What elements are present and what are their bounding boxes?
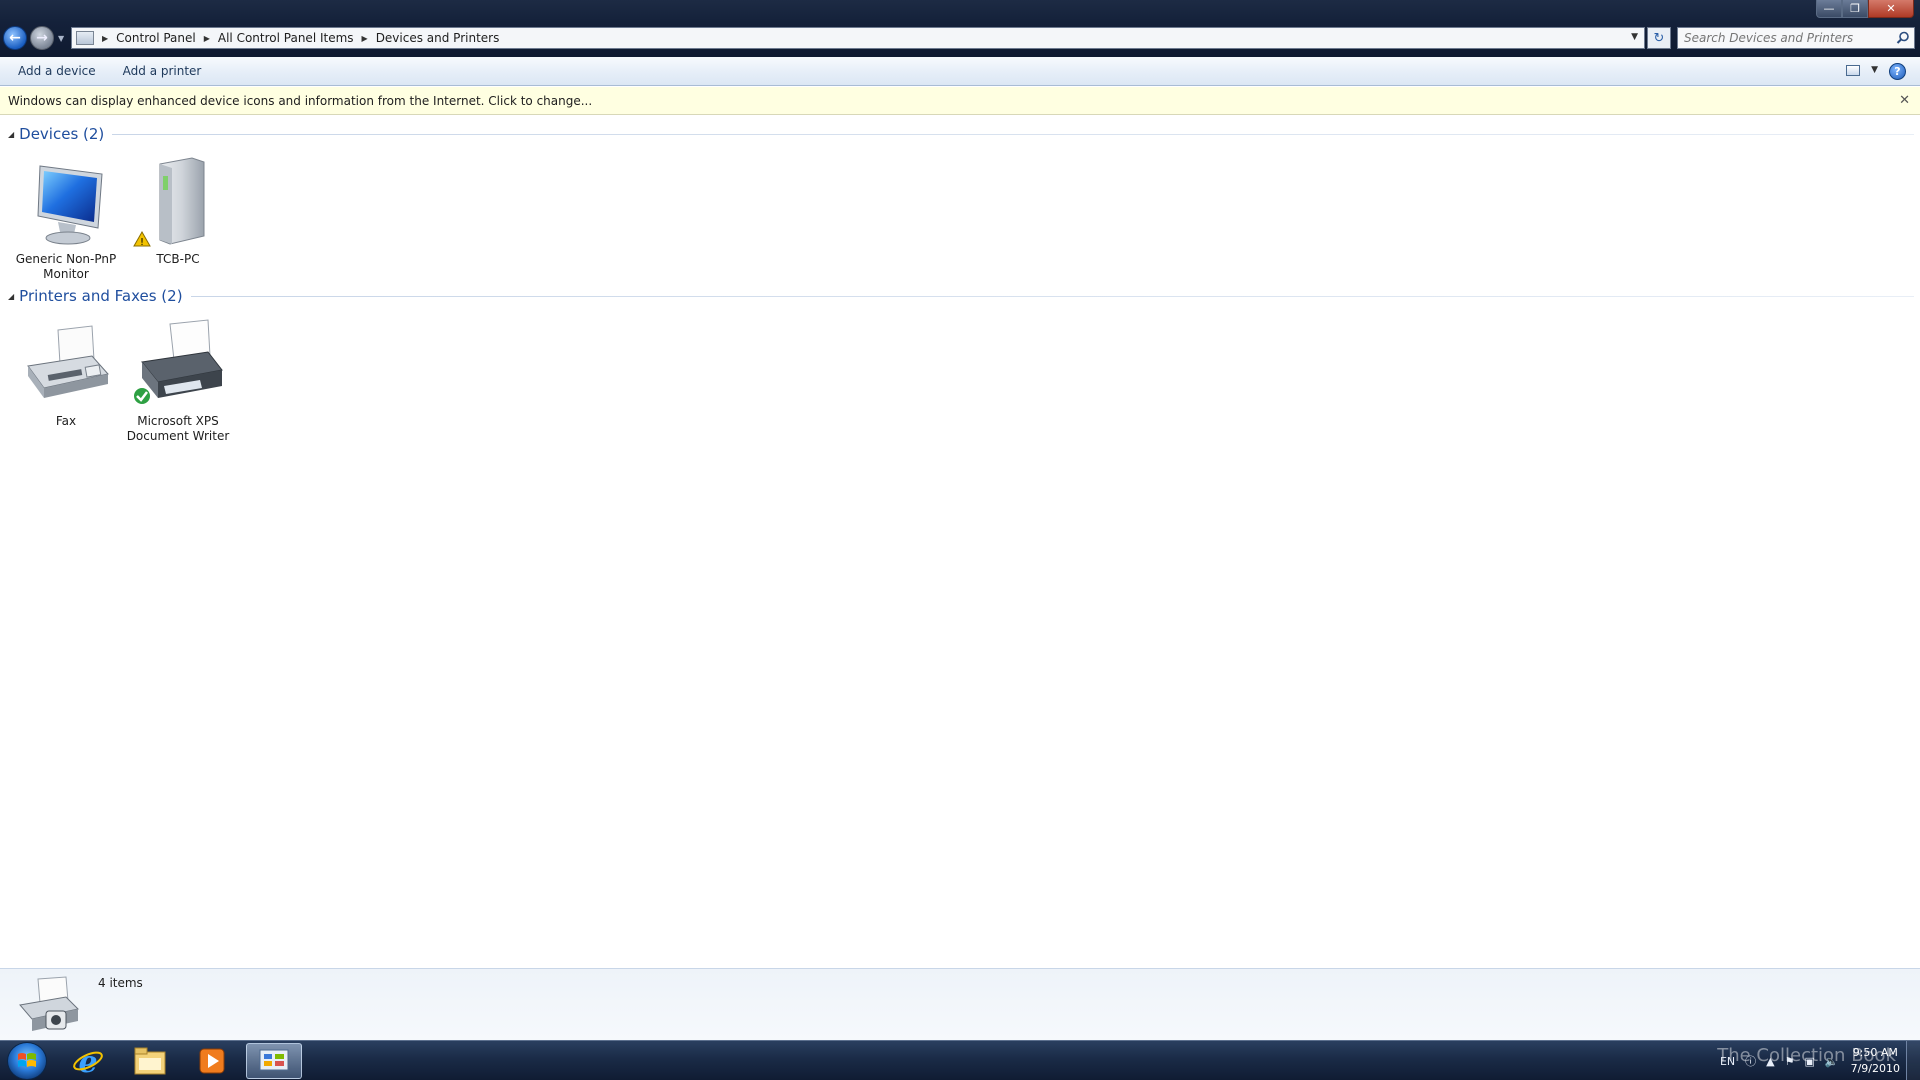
default-checkmark-icon <box>132 386 152 406</box>
maximize-button[interactable]: ❐ <box>1842 0 1868 18</box>
command-bar: Add a device Add a printer ▼ ? <box>0 57 1920 86</box>
show-hidden-icons-icon[interactable]: ▲ <box>1766 1055 1774 1068</box>
show-desktop-button[interactable] <box>1906 1041 1920 1080</box>
minimize-button[interactable]: — <box>1816 0 1842 18</box>
info-bar-message[interactable]: Windows can display enhanced device icon… <box>8 94 592 108</box>
media-player-icon <box>199 1048 225 1074</box>
devices-printers-icon <box>19 976 80 1031</box>
taskbar-internet-explorer[interactable]: e <box>60 1043 116 1079</box>
add-printer-button[interactable]: Add a printer <box>117 60 208 82</box>
window-titlebar: — ❐ ✕ ← → ▼ ▶ Control Panel ▶ All Contro… <box>0 0 1920 57</box>
refresh-icon: ↻ <box>1653 30 1665 46</box>
svg-text:!: ! <box>140 237 144 248</box>
breadcrumb-chevron-icon[interactable]: ▶ <box>204 34 210 43</box>
search-input[interactable] <box>1678 31 1883 45</box>
breadcrumb-control-panel[interactable]: Control Panel <box>116 31 196 45</box>
internet-explorer-icon: e <box>73 1045 103 1077</box>
view-options-dropdown-icon[interactable]: ▼ <box>1871 65 1878 75</box>
devices-group-header[interactable]: ◢ Devices (2) <box>8 124 1914 144</box>
group-divider <box>190 295 1914 297</box>
breadcrumb-devices-printers[interactable]: Devices and Printers <box>376 31 500 45</box>
printer-icon <box>132 319 223 406</box>
collapse-triangle-icon[interactable]: ◢ <box>8 130 14 139</box>
tile-label: TCB-PC <box>156 252 200 266</box>
group-title: Devices (2) <box>19 125 105 143</box>
group-title: Printers and Faxes (2) <box>19 287 183 305</box>
fax-icon <box>27 325 109 398</box>
breadcrumb-chevron-icon[interactable]: ▶ <box>102 34 108 43</box>
taskbar: e The Collection Book EN ⓘ ▲ ⚑ ▣ 🔈 9:50 … <box>0 1040 1920 1080</box>
computer-tower-icon: ! <box>133 157 205 248</box>
arrow-right-icon: → <box>36 30 48 46</box>
search-icon[interactable] <box>1896 31 1910 45</box>
printer-tile-xps-writer[interactable]: Microsoft XPS Document Writer <box>123 316 233 444</box>
taskbar-windows-explorer[interactable] <box>122 1043 178 1079</box>
windows-explorer-icon <box>134 1047 166 1075</box>
system-tray: EN ⓘ ▲ ⚑ ▣ 🔈 9:50 AM 7/9/2010 <box>1710 1041 1906 1080</box>
device-tile-tcb-pc[interactable]: ! TCB-PC <box>123 154 233 267</box>
svg-text:e: e <box>78 1045 97 1077</box>
monitor-icon <box>37 165 103 245</box>
tile-label: Generic Non-PnP Monitor <box>15 252 117 281</box>
tile-label: Microsoft XPS Document Writer <box>126 414 230 443</box>
address-dropdown-icon[interactable]: ▼ <box>1631 32 1638 42</box>
printers-group-header[interactable]: ◢ Printers and Faxes (2) <box>8 286 1914 306</box>
collapse-triangle-icon[interactable]: ◢ <box>8 292 14 301</box>
breadcrumb-chevron-icon[interactable]: ▶ <box>362 34 368 43</box>
forward-button[interactable]: → <box>30 26 54 50</box>
info-bar[interactable]: Windows can display enhanced device icon… <box>0 87 1920 115</box>
taskbar-control-panel[interactable] <box>246 1043 302 1079</box>
group-divider <box>112 133 1914 135</box>
add-device-button[interactable]: Add a device <box>12 60 102 82</box>
help-button[interactable]: ? <box>1889 63 1906 80</box>
refresh-button[interactable]: ↻ <box>1647 27 1671 49</box>
clock[interactable]: 9:50 AM 7/9/2010 <box>1851 1045 1900 1077</box>
device-tile-monitor[interactable]: Generic Non-PnP Monitor <box>11 154 121 282</box>
control-panel-icon <box>76 31 94 45</box>
change-view-icon[interactable] <box>1846 65 1860 76</box>
item-count: 4 items <box>98 976 143 990</box>
address-bar[interactable]: ▶ Control Panel ▶ All Control Panel Item… <box>71 27 1645 49</box>
details-pane: 4 items <box>0 968 1920 1040</box>
windows-logo-icon <box>18 1053 36 1067</box>
taskbar-media-player[interactable] <box>184 1043 240 1079</box>
control-panel-icon <box>259 1049 289 1071</box>
action-center-flag-icon[interactable]: ⚑ <box>1785 1055 1795 1068</box>
arrow-left-icon: ← <box>9 30 21 46</box>
window-controls: — ❐ ✕ <box>1816 0 1914 18</box>
help-tray-icon[interactable]: ⓘ <box>1745 1053 1756 1069</box>
tile-label: Fax <box>55 414 77 428</box>
recent-pages-dropdown[interactable]: ▼ <box>58 34 64 43</box>
printer-tile-fax[interactable]: Fax <box>11 316 121 429</box>
content-area: ◢ Devices (2) Generic Non-PnP Monitor ! … <box>0 116 1920 968</box>
close-button[interactable]: ✕ <box>1868 0 1914 18</box>
search-box[interactable] <box>1677 27 1915 49</box>
volume-icon[interactable]: 🔈 <box>1825 1055 1839 1068</box>
breadcrumb-all-items[interactable]: All Control Panel Items <box>218 31 354 45</box>
network-icon[interactable]: ▣ <box>1804 1055 1814 1068</box>
language-indicator[interactable]: EN <box>1720 1055 1735 1068</box>
start-button[interactable] <box>7 1042 47 1080</box>
info-bar-close-icon[interactable]: ✕ <box>1899 93 1910 108</box>
back-button[interactable]: ← <box>3 26 27 50</box>
